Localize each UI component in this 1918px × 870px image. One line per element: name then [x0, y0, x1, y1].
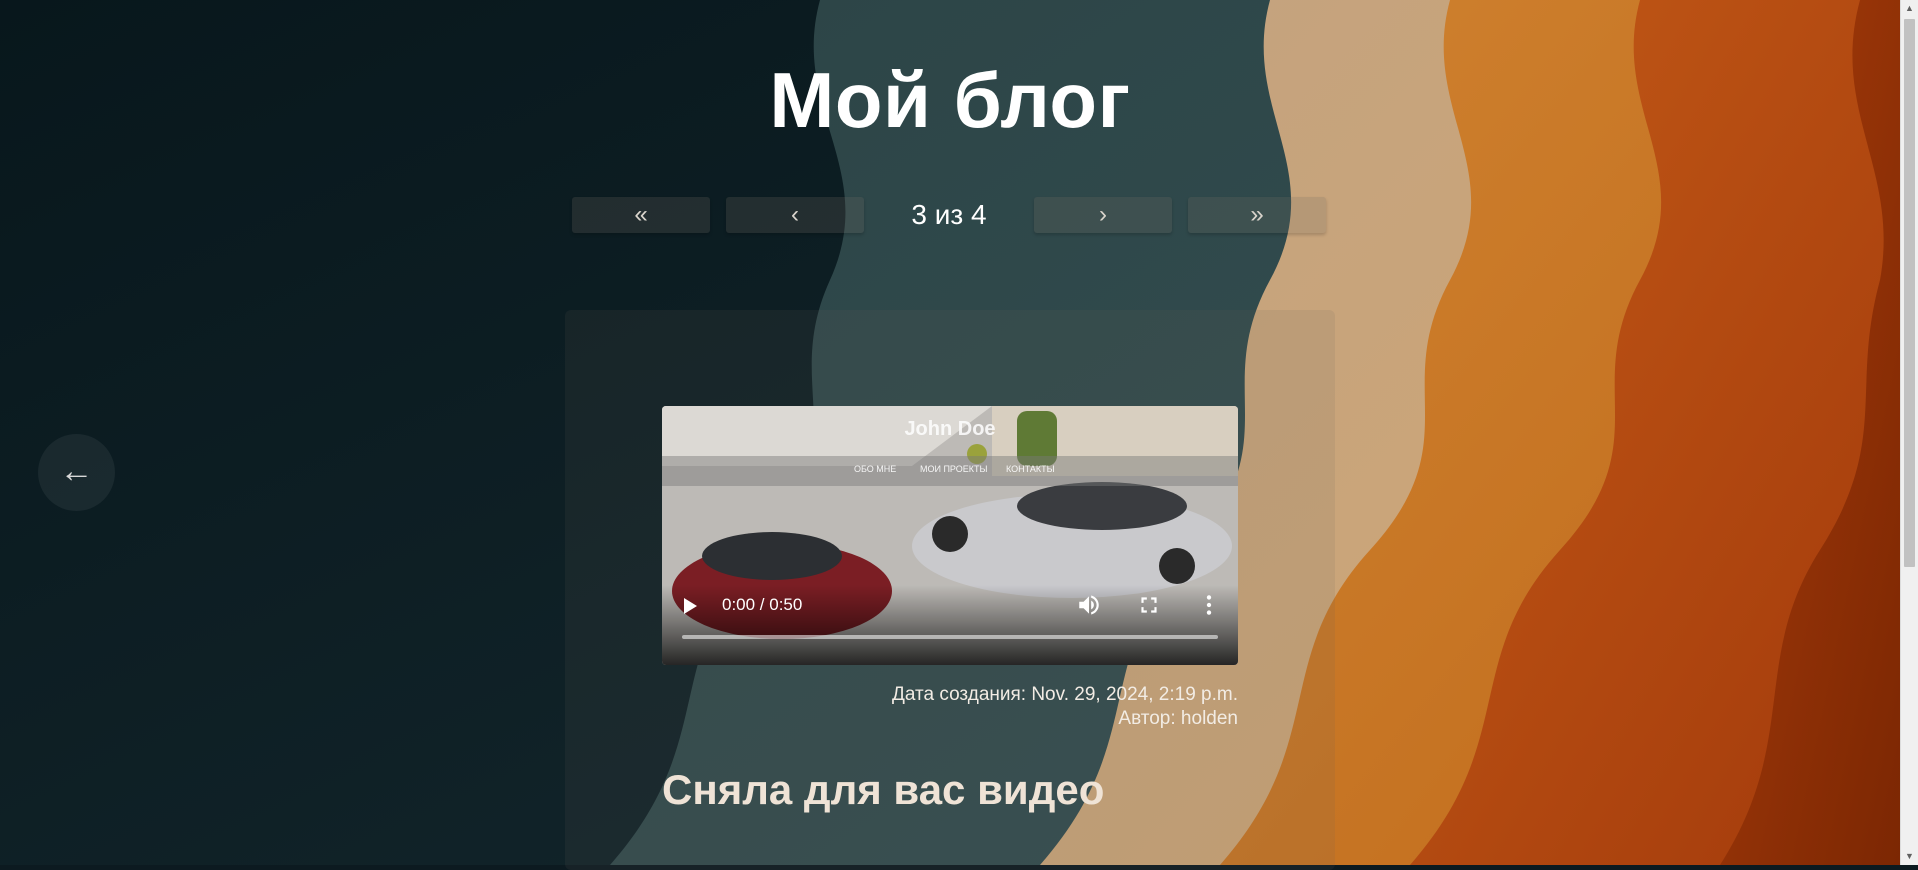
scroll-down-icon[interactable]: ▼ [1901, 848, 1918, 865]
play-icon[interactable] [684, 598, 697, 614]
last-page-button[interactable]: » [1188, 197, 1326, 233]
first-page-button[interactable]: « [572, 197, 710, 233]
video-time: 0:00 / 0:50 [722, 595, 803, 614]
next-page-button[interactable]: › [1034, 197, 1172, 233]
post-author: Автор: holden [1118, 708, 1238, 729]
prev-page-button[interactable]: ‹ [726, 197, 864, 233]
volume-icon[interactable] [1076, 592, 1102, 618]
video-frame-nav: ОБО МНЕ МОИ ПРОЕКТЫ КОНТАКТЫ [662, 456, 1238, 486]
fullscreen-icon[interactable] [1136, 592, 1162, 618]
back-arrow-icon: ← [59, 452, 94, 490]
video-player[interactable]: John Doe ОБО МНЕ МОИ ПРОЕКТЫ КОНТАКТЫ 0:… [662, 406, 1238, 665]
video-frame-nav-item: МОИ ПРОЕКТЫ [920, 464, 988, 474]
video-frame-nav-item: ОБО МНЕ [854, 464, 897, 474]
video-progress-bar[interactable] [682, 635, 1218, 639]
page-scrollbar[interactable]: ▲ ▼ [1900, 0, 1918, 865]
post-meta: Дата создания: Nov. 29, 2024, 2:19 p.m. … [662, 683, 1238, 731]
post-created-date: Дата создания: Nov. 29, 2024, 2:19 p.m. [892, 684, 1238, 705]
video-frame-nav-item: КОНТАКТЫ [1006, 464, 1055, 474]
page-title: Мой блог [769, 56, 1131, 144]
more-options-icon[interactable] [1196, 592, 1222, 618]
scrollbar-thumb[interactable] [1904, 19, 1915, 567]
scroll-up-icon[interactable]: ▲ [1901, 0, 1918, 17]
back-button[interactable]: ← [38, 434, 115, 511]
video-frame-site-title: John Doe [904, 418, 996, 440]
page-indicator: 3 из 4 [911, 199, 987, 230]
post-heading: Сняла для вас видео [662, 766, 1105, 813]
